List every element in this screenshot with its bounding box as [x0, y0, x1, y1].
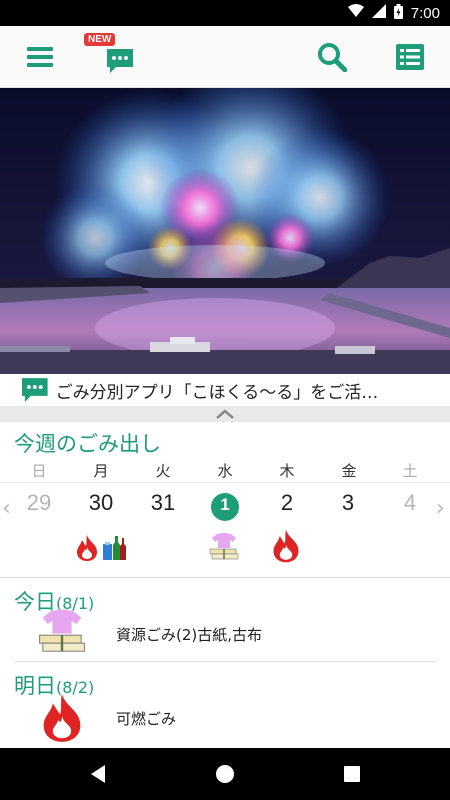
- recents-icon: [344, 766, 360, 782]
- date-cell[interactable]: 31: [141, 490, 185, 516]
- date-cell[interactable]: 3: [326, 490, 370, 516]
- chat-icon: [107, 49, 133, 73]
- date-cell[interactable]: 2: [265, 490, 309, 516]
- search-button[interactable]: [304, 26, 360, 88]
- date-row: 29 30 31 1 2 3 4: [0, 490, 450, 526]
- fireworks-image: [0, 88, 450, 374]
- recents-button[interactable]: [322, 748, 382, 800]
- menu-button[interactable]: [12, 26, 68, 88]
- tomorrow-description: 可燃ごみ: [116, 710, 177, 728]
- garbage-icons-row: [0, 528, 450, 568]
- week-title: 今週のごみ出し: [14, 432, 161, 456]
- back-icon: [91, 765, 105, 783]
- home-icon: [216, 765, 234, 783]
- battery-icon: [393, 3, 403, 23]
- weekday-header: 日 月 火 水 木 金 土: [0, 460, 450, 484]
- signal-icon: [371, 4, 386, 22]
- date-cell[interactable]: 30: [79, 490, 123, 516]
- paper-cloth-icon: [39, 609, 85, 652]
- wifi-icon: [347, 4, 364, 22]
- today-description: 資源ごみ(2)古紙,古布: [116, 626, 263, 644]
- collapse-handle[interactable]: [0, 406, 450, 422]
- home-button[interactable]: [195, 748, 255, 800]
- weekday-fri: 金: [341, 462, 357, 480]
- status-bar: 7:00: [0, 0, 450, 26]
- back-button[interactable]: [68, 748, 128, 800]
- burnable-fire-icon: [43, 694, 81, 742]
- weekday-tue: 火: [155, 462, 171, 480]
- list-icon: [396, 44, 424, 70]
- weekday-mon: 月: [93, 462, 109, 480]
- weekday-wed: 水: [217, 462, 233, 480]
- burnable-fire-icon: [273, 529, 299, 563]
- weekday-divider: [0, 482, 450, 483]
- weekday-thu: 木: [279, 462, 295, 480]
- list-button[interactable]: [382, 26, 438, 88]
- weekday-sat: 土: [402, 462, 418, 480]
- date-cell-today[interactable]: 1: [203, 495, 247, 515]
- menu-icon: [27, 47, 53, 67]
- burnable-fire-icon: [77, 535, 97, 561]
- new-badge: NEW: [84, 33, 116, 46]
- status-time: 7:00: [410, 4, 440, 22]
- ticker-text: ごみ分別アプリ「こほくる〜る」をご活…: [55, 382, 379, 403]
- date-cell[interactable]: 4: [388, 490, 432, 516]
- hero-banner[interactable]: [0, 88, 450, 374]
- app-bar: NEW: [0, 26, 450, 88]
- tomorrow-entry[interactable]: 明日(8/2) 可燃ごみ: [0, 662, 450, 748]
- chevron-up-icon: [216, 409, 234, 419]
- today-entry[interactable]: 今日(8/1) 資源ごみ(2)古紙,古布: [0, 578, 450, 662]
- system-nav-bar: [0, 748, 450, 800]
- date-cell[interactable]: 29: [17, 490, 61, 516]
- weekday-sun: 日: [31, 462, 47, 480]
- search-icon: [318, 43, 347, 72]
- chat-icon: [21, 378, 48, 402]
- bottles-cans-icon: [103, 536, 126, 560]
- news-ticker[interactable]: ごみ分別アプリ「こほくる〜る」をご活…: [0, 374, 450, 406]
- paper-cloth-icon: [209, 533, 239, 560]
- weekly-schedule: 今週のごみ出し 日 月 火 水 木 金 土 ‹ › 29 30 31 1 2 3…: [0, 422, 450, 578]
